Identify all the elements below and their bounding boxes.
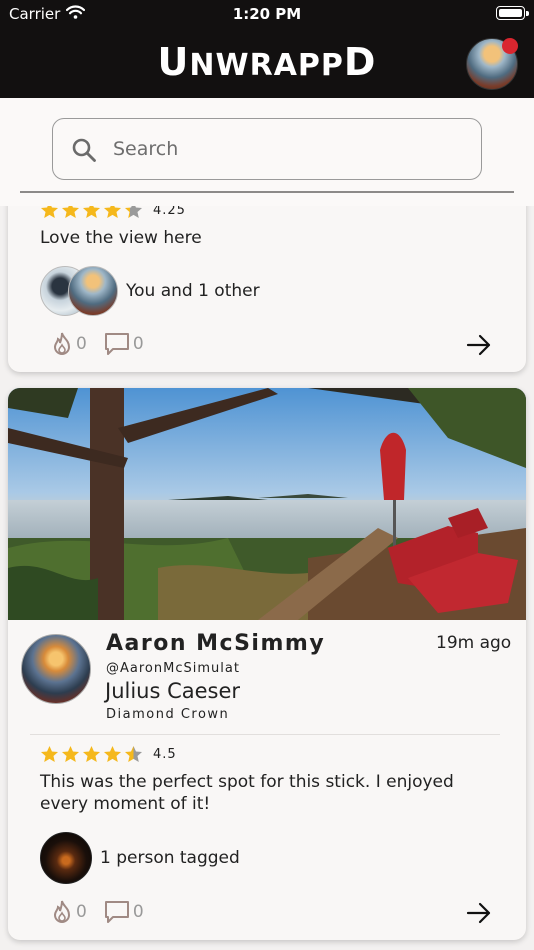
avatar[interactable] <box>21 634 91 704</box>
avatar <box>68 266 118 316</box>
search-area <box>0 98 534 206</box>
logo-first: U <box>157 40 190 84</box>
post-actions: 0 0 <box>50 331 160 357</box>
status-bar: Carrier 1:20 PM <box>0 0 534 28</box>
cigar-name[interactable]: Julius Caeser <box>105 679 240 703</box>
flame-icon[interactable] <box>50 899 74 925</box>
user-name[interactable]: Aaron McSimmy <box>106 631 325 656</box>
arrow-right-icon[interactable] <box>466 334 492 356</box>
tagged-text: You and 1 other <box>126 281 260 301</box>
post-caption: This was the perfect spot for this stick… <box>40 772 454 814</box>
star-icon <box>124 745 143 763</box>
clock: 1:20 PM <box>232 5 302 23</box>
post-actions: 0 0 <box>50 899 160 925</box>
comment-icon[interactable] <box>103 331 131 357</box>
star-icon <box>103 745 122 763</box>
tagged-users[interactable]: You and 1 other <box>40 264 260 318</box>
divider <box>30 734 500 735</box>
likes-count: 0 <box>76 334 87 354</box>
tagged-users[interactable]: 1 person tagged <box>40 832 240 884</box>
comments-count: 0 <box>132 902 144 922</box>
star-icon <box>82 745 101 763</box>
logo-last: D <box>343 40 377 84</box>
likes-count: 0 <box>76 902 87 922</box>
notification-badge <box>502 38 518 54</box>
battery-icon <box>496 6 529 20</box>
rating-stars: 4.5 <box>40 745 177 763</box>
app-header: Carrier 1:20 PM UNWRAPPD <box>0 0 534 98</box>
logo-middle: NWRAPP <box>189 48 344 83</box>
post-photo[interactable] <box>8 388 526 620</box>
post-caption: Love the view here <box>40 228 202 248</box>
comments-count: 0 <box>132 334 144 354</box>
app-logo: UNWRAPPD <box>0 40 534 84</box>
cigar-brand: Diamond Crown <box>106 707 230 722</box>
avatar <box>40 832 92 884</box>
arrow-right-icon[interactable] <box>466 902 492 924</box>
user-handle: @AaronMcSimulat <box>106 661 240 676</box>
star-icon <box>40 745 59 763</box>
search-input[interactable] <box>113 135 463 163</box>
search-box[interactable] <box>52 118 482 180</box>
star-icon <box>61 745 80 763</box>
divider <box>20 191 514 193</box>
flame-icon[interactable] <box>50 331 74 357</box>
search-icon <box>72 138 96 162</box>
rating-value: 4.5 <box>153 746 177 762</box>
post-timestamp: 19m ago <box>436 633 512 653</box>
post-card[interactable]: Aaron McSimmy 19m ago @AaronMcSimulat Ju… <box>8 388 526 940</box>
tagged-text: 1 person tagged <box>100 848 240 868</box>
comment-icon[interactable] <box>103 899 131 925</box>
